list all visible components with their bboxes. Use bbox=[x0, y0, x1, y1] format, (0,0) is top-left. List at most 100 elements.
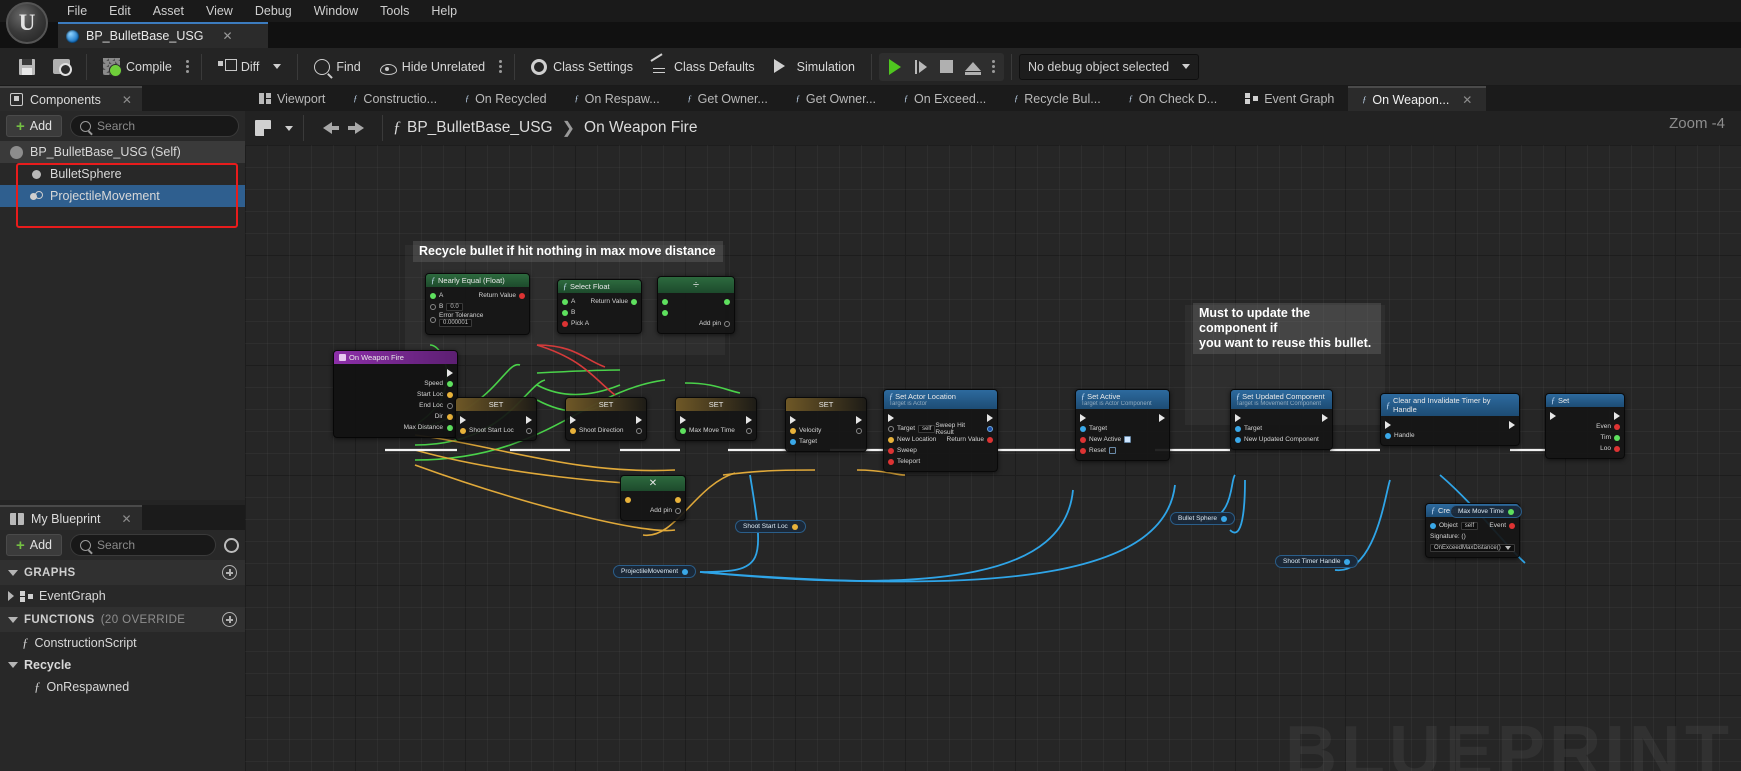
add-pin-icon[interactable] bbox=[675, 507, 681, 514]
breadcrumb-root[interactable]: BP_BulletBase_USG bbox=[407, 119, 553, 137]
eject-button[interactable] bbox=[961, 56, 985, 78]
node-set-max-move-time[interactable]: SET Max Move Time bbox=[675, 397, 757, 441]
input-pin[interactable] bbox=[888, 436, 894, 443]
menu-item-asset[interactable]: Asset bbox=[142, 0, 195, 22]
pin-row[interactable]: Pick A bbox=[562, 318, 637, 329]
exec-output-pin[interactable] bbox=[526, 415, 532, 424]
pin-row[interactable]: Target self Sweep Hit Result bbox=[888, 422, 993, 436]
exec-output-pin[interactable] bbox=[636, 415, 642, 424]
graph-tab-on-check-d[interactable]: ƒ On Check D... bbox=[1115, 86, 1232, 111]
node-event-on-weapon-fire[interactable]: On Weapon Fire Speed Start Loc End Loc D… bbox=[333, 350, 458, 438]
class-settings-button[interactable]: Class Settings bbox=[522, 52, 642, 82]
node-set-velocity[interactable]: SET Velocity Target bbox=[785, 397, 867, 452]
input-pin[interactable] bbox=[1080, 425, 1086, 432]
output-pin[interactable] bbox=[675, 496, 681, 503]
output-pin[interactable] bbox=[447, 402, 453, 409]
myblueprint-category-recycle[interactable]: Recycle bbox=[0, 654, 245, 676]
exec-input-pin[interactable] bbox=[680, 415, 686, 424]
exec-input-pin[interactable] bbox=[1385, 420, 1391, 429]
graph-tab-on-recycled[interactable]: ƒ On Recycled bbox=[451, 86, 561, 111]
node-set-updated-component[interactable]: ƒ Set Updated Component Target is Moveme… bbox=[1230, 389, 1333, 450]
component-row-bulletsphere[interactable]: BulletSphere bbox=[0, 163, 245, 185]
value-field[interactable]: 0.000001 bbox=[439, 319, 473, 327]
back-button[interactable] bbox=[314, 117, 340, 139]
pin-row[interactable]: Velocity bbox=[790, 425, 862, 436]
pin-row[interactable]: Max Distance bbox=[338, 422, 453, 433]
myblueprint-item-onrespawned[interactable]: ƒ OnRespawned bbox=[0, 676, 245, 698]
output-pin[interactable] bbox=[526, 427, 532, 434]
pin-row[interactable]: Teleport bbox=[888, 456, 993, 467]
var-node-shoot-timer-handle[interactable]: Shoot Timer Handle bbox=[1275, 555, 1359, 568]
menu-item-debug[interactable]: Debug bbox=[244, 0, 303, 22]
exec-input-pin[interactable] bbox=[888, 413, 894, 422]
pin-row[interactable]: End Loc bbox=[338, 400, 453, 411]
checkbox-unchecked[interactable] bbox=[1108, 447, 1116, 454]
var-node-shoot-start-loc[interactable]: Shoot Start Loc bbox=[735, 520, 806, 533]
close-icon[interactable]: ✕ bbox=[121, 512, 131, 526]
input-pin[interactable] bbox=[1080, 436, 1086, 443]
output-pin[interactable] bbox=[1221, 515, 1228, 522]
var-node-projectile-movement[interactable]: ProjectileMovement bbox=[613, 565, 697, 578]
pin-row[interactable]: Start Loc bbox=[338, 389, 453, 400]
output-pin[interactable] bbox=[1614, 434, 1620, 441]
myblueprint-add-button[interactable]: + Add bbox=[6, 534, 63, 556]
input-pin[interactable] bbox=[562, 320, 568, 327]
graph-tab-on-weapon[interactable]: ƒ On Weapon... ✕ bbox=[1348, 86, 1487, 111]
forward-button[interactable] bbox=[346, 117, 372, 139]
value-field[interactable]: self bbox=[918, 424, 936, 433]
add-pin-icon[interactable] bbox=[724, 320, 730, 327]
graph-tab-constructio[interactable]: ƒ Constructio... bbox=[339, 86, 451, 111]
output-pin[interactable] bbox=[631, 298, 637, 305]
compile-options-icon[interactable] bbox=[181, 60, 194, 73]
pin-row[interactable]: Max Move Time bbox=[680, 425, 752, 436]
graph-tab-viewport[interactable]: Viewport bbox=[245, 86, 339, 111]
unreal-engine-logo-icon[interactable]: U bbox=[6, 2, 48, 44]
stop-button[interactable] bbox=[935, 56, 959, 78]
var-node-bullet-sphere[interactable]: Bullet Sphere bbox=[1170, 512, 1236, 525]
output-pin[interactable] bbox=[636, 427, 642, 434]
exec-input-pin[interactable] bbox=[1235, 413, 1241, 422]
pin-row[interactable]: Target bbox=[1235, 423, 1328, 434]
pin-row[interactable]: Target bbox=[1080, 423, 1165, 434]
output-pin[interactable] bbox=[1509, 522, 1515, 529]
exec-input-pin[interactable] bbox=[460, 415, 466, 424]
pin-row[interactable]: New Location Return Value bbox=[888, 434, 993, 445]
chevron-down-icon[interactable] bbox=[285, 125, 293, 131]
node-set-actor-location[interactable]: ƒ Set Actor Location Target is Actor Tar… bbox=[883, 389, 998, 472]
output-pin[interactable] bbox=[682, 568, 689, 575]
menu-item-help[interactable]: Help bbox=[420, 0, 468, 22]
menu-item-file[interactable]: File bbox=[56, 0, 98, 22]
debug-object-selector[interactable]: No debug object selected bbox=[1018, 53, 1199, 80]
graph-type-icon[interactable] bbox=[255, 120, 272, 137]
pin-row[interactable]: B bbox=[562, 307, 637, 318]
pin-row[interactable]: Loo bbox=[1550, 443, 1620, 454]
graph-tab-on-respaw[interactable]: ƒ On Respaw... bbox=[561, 86, 674, 111]
component-row-projectilemovement[interactable]: ProjectileMovement bbox=[0, 185, 245, 207]
graph-tab-on-exceed[interactable]: ƒ On Exceed... bbox=[890, 86, 1000, 111]
output-pin[interactable] bbox=[987, 436, 993, 443]
node-divide[interactable]: ÷ Add pin bbox=[657, 276, 735, 334]
close-icon[interactable]: ✕ bbox=[122, 93, 132, 107]
pin-row[interactable]: Dir bbox=[338, 411, 453, 422]
input-pin[interactable] bbox=[888, 447, 894, 454]
myblueprint-item-constructionscript[interactable]: ƒ ConstructionScript bbox=[0, 632, 245, 654]
input-pin[interactable] bbox=[790, 438, 796, 445]
node-set-shoot-direction[interactable]: SET Shoot Direction bbox=[565, 397, 647, 441]
pin-row[interactable]: Shoot Start Loc bbox=[460, 425, 532, 436]
chevron-right-icon[interactable] bbox=[8, 591, 14, 601]
input-pin[interactable] bbox=[460, 427, 466, 434]
output-pin[interactable] bbox=[447, 391, 453, 398]
exec-output-pin[interactable] bbox=[1614, 411, 1620, 420]
node-set-timer[interactable]: ƒ Set Even Tim Loo bbox=[1545, 393, 1625, 459]
graph-tab-event-graph[interactable]: Event Graph bbox=[1231, 86, 1348, 111]
input-pin[interactable] bbox=[430, 317, 436, 323]
asset-tab-bp-bulletbase-usg[interactable]: BP_BulletBase_USG ✕ bbox=[58, 22, 268, 48]
myblueprint-item-eventgraph[interactable]: EventGraph bbox=[0, 585, 245, 607]
output-pin[interactable] bbox=[1507, 508, 1514, 515]
output-pin[interactable] bbox=[447, 424, 453, 431]
play-button[interactable] bbox=[883, 56, 907, 78]
node-multiply[interactable]: ✕ Add pin bbox=[620, 475, 686, 521]
close-icon[interactable]: ✕ bbox=[222, 29, 232, 43]
menu-item-window[interactable]: Window bbox=[303, 0, 369, 22]
menu-item-view[interactable]: View bbox=[195, 0, 244, 22]
